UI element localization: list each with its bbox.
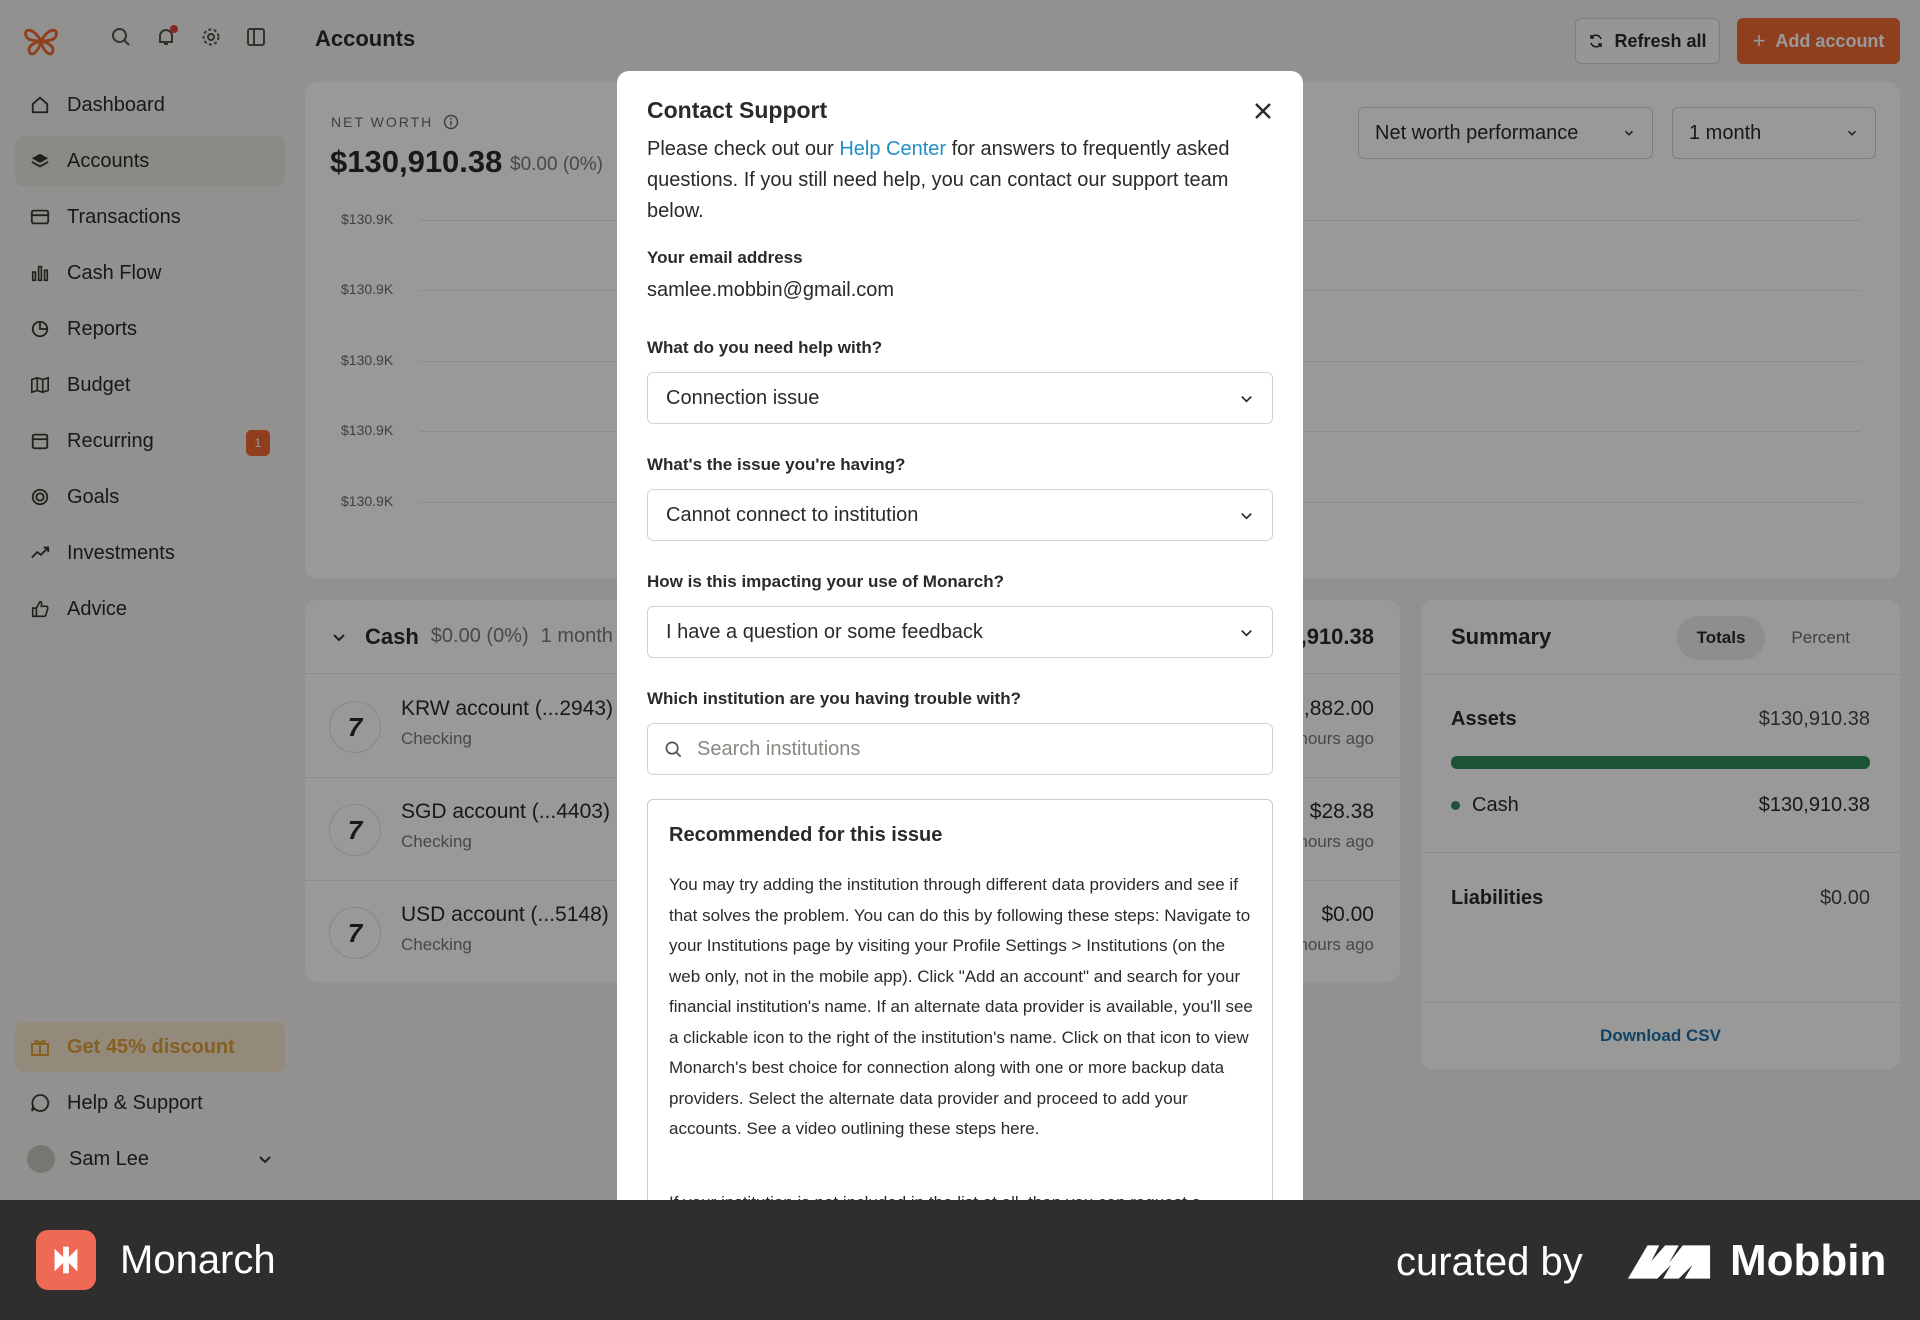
search-placeholder: Search institutions <box>697 737 861 760</box>
recommendation-body-continued: If your institution is not included in t… <box>669 1188 1259 1200</box>
monarch-logo-icon <box>36 1230 96 1290</box>
mobbin-brand: Mobbin <box>1626 1236 1886 1286</box>
help-center-link[interactable]: Help Center <box>839 138 946 160</box>
institution-label: Which institution are you having trouble… <box>647 689 1021 708</box>
institution-search-input[interactable]: Search institutions <box>647 723 1273 775</box>
mobbin-logo-icon <box>1627 1245 1711 1279</box>
recommendation-box: Recommended for this issue You may try a… <box>647 799 1273 1200</box>
contact-support-modal: Contact Support Please check out our Hel… <box>617 71 1303 1200</box>
email-label: Your email address <box>647 248 803 267</box>
search-icon <box>665 741 682 757</box>
email-value: samlee.mobbin@gmail.com <box>647 279 895 301</box>
help-topic-select[interactable]: Connection issue <box>647 372 1273 424</box>
impact-label: How is this impacting your use of Monarc… <box>647 572 1005 591</box>
intro-text: Please check out our <box>647 138 840 160</box>
close-icon[interactable] <box>1251 99 1275 123</box>
issue-value: Cannot connect to institution <box>666 503 919 526</box>
recommendation-body: You may try adding the institution throu… <box>669 875 1253 1138</box>
impact-select[interactable]: I have a question or some feedback <box>647 606 1273 658</box>
issue-label: What's the issue you're having? <box>647 455 906 474</box>
help-topic-value: Connection issue <box>666 386 820 409</box>
modal-title: Contact Support <box>647 97 828 123</box>
app-name: Monarch <box>120 1238 276 1282</box>
chevron-down-icon <box>1241 512 1252 520</box>
impact-value: I have a question or some feedback <box>666 620 983 643</box>
mobbin-wordmark: Mobbin <box>1730 1236 1887 1285</box>
issue-select[interactable]: Cannot connect to institution <box>647 489 1273 541</box>
footer-banner: Monarch curated by Mobbin <box>0 1200 1920 1320</box>
modal-intro: Please check out our Help Center for ans… <box>647 134 1267 227</box>
curated-by-text: curated by <box>1396 1240 1583 1284</box>
recommendation-title: Recommended for this issue <box>669 824 943 846</box>
chevron-down-icon <box>1241 395 1252 403</box>
chevron-down-icon <box>1241 629 1252 637</box>
help-topic-label: What do you need help with? <box>647 338 883 357</box>
